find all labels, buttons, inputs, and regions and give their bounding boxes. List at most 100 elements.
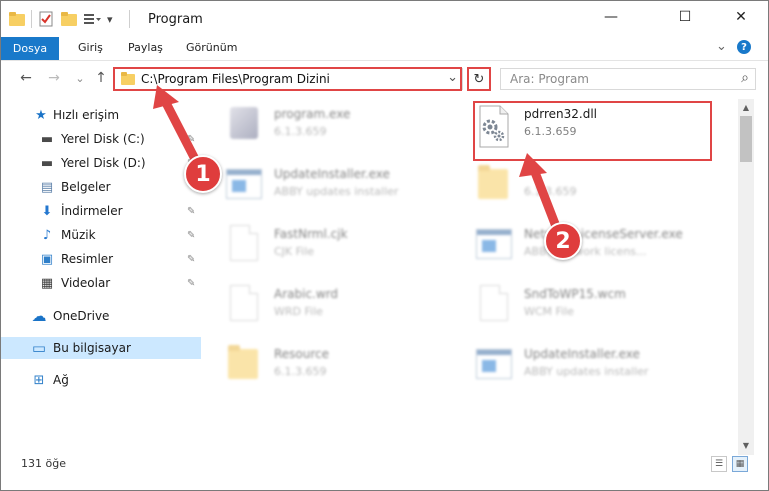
file-item-resource[interactable]: Resource 6.1.3.659 [206, 339, 446, 395]
file-name: Resource [274, 347, 330, 361]
address-bar[interactable]: C:\Program Files\Program Dizini ⌄ [114, 68, 463, 90]
help-icon[interactable]: ? [737, 40, 751, 54]
folder-item[interactable]: 6.1.3.659 [456, 159, 696, 215]
callout-1: 1 [184, 155, 222, 193]
address-path[interactable]: C:\Program Files\Program Dizini [141, 72, 330, 86]
sidebar-item-disk-c[interactable]: ▬ Yerel Disk (C:) ✎ [1, 128, 201, 150]
file-detail: 6.1.3.659 [524, 185, 577, 198]
customize-toolbar-icon[interactable]: ▾ [107, 11, 113, 27]
tab-giris[interactable]: Giriş [78, 41, 103, 54]
sidebar-item-downloads[interactable]: ⬇ İndirmeler ✎ [1, 200, 201, 222]
navigation-bar: ← → ⌄ ↑ C:\Program Files\Program Dizini … [1, 64, 768, 92]
forward-button[interactable]: → [45, 69, 63, 87]
sidebar-item-onedrive[interactable]: ☁ OneDrive [1, 305, 201, 327]
sidebar-item-label: Videolar [61, 276, 111, 290]
sidebar-item-network[interactable]: ⊞ Ağ [1, 369, 201, 391]
expand-ribbon-icon[interactable]: ⌄ [716, 39, 727, 54]
network-icon: ⊞ [33, 372, 45, 388]
file-item-pdrren32-dll[interactable]: pdrren32.dll 6.1.3.659 [456, 99, 696, 155]
document-icon [226, 225, 262, 267]
pin-icon: ✎ [187, 253, 196, 265]
file-item-updateinstaller-exe-2[interactable]: UpdateInstaller.exe ABBY updates install… [456, 339, 696, 395]
file-item-program-exe[interactable]: program.exe 6.1.3.659 [206, 99, 446, 155]
separator [129, 10, 130, 28]
sidebar-item-label: Ağ [53, 373, 69, 387]
tab-paylas[interactable]: Paylaş [128, 41, 163, 54]
minimize-button[interactable]: — [589, 1, 633, 33]
callout-2: 2 [544, 222, 582, 260]
file-detail: 6.1.3.659 [274, 125, 327, 138]
sidebar-item-documents[interactable]: ▤ Belgeler ✎ [1, 176, 201, 198]
new-folder-icon[interactable] [61, 11, 77, 27]
folder-icon [476, 165, 512, 207]
address-dropdown-icon[interactable]: ⌄ [447, 70, 458, 85]
sidebar-item-disk-d[interactable]: ▬ Yerel Disk (D:) ✎ [1, 152, 201, 174]
close-icon: ✕ [735, 9, 747, 25]
file-detail: CJK File [274, 245, 315, 258]
star-icon: ★ [35, 107, 47, 123]
scroll-down-icon[interactable]: ▼ [738, 437, 754, 453]
pictures-icon: ▣ [40, 251, 54, 267]
file-detail: ABBY updates installer [524, 365, 649, 378]
item-count: 131 öğe [21, 457, 66, 470]
app-window-icon [476, 225, 512, 267]
refresh-button[interactable]: ↻ [467, 68, 491, 90]
document-icon [226, 285, 262, 327]
status-bar: 131 öğe ☰ ▦ [1, 453, 768, 475]
sidebar-item-label: İndirmeler [61, 204, 123, 218]
sidebar-item-label: Yerel Disk (D:) [61, 156, 146, 170]
up-button[interactable]: ↑ [92, 69, 110, 87]
file-name: program.exe [274, 107, 351, 121]
properties-icon[interactable] [39, 11, 53, 27]
pin-icon: ✎ [187, 277, 196, 289]
explorer-window: ▾ Program — ☐ ✕ Dosya Giriş Paylaş Görün… [0, 0, 769, 491]
recent-locations-button[interactable]: ⌄ [71, 69, 89, 87]
file-detail: ABBY updates installer [274, 185, 399, 198]
sidebar-item-pictures[interactable]: ▣ Resimler ✎ [1, 248, 201, 270]
tab-dosya[interactable]: Dosya [1, 37, 59, 60]
sidebar-item-music[interactable]: ♪ Müzik ✎ [1, 224, 201, 246]
file-name: FastNrml.cjk [274, 227, 348, 241]
video-icon: ▦ [40, 275, 54, 291]
file-item-arabic-wrd[interactable]: Arabic.wrd WRD File [206, 279, 446, 335]
scroll-up-icon[interactable]: ▲ [738, 99, 754, 115]
sidebar-item-quick-access[interactable]: ★ Hızlı erişim [1, 104, 201, 126]
maximize-icon: ☐ [678, 9, 692, 25]
file-item-fastnrml-cjk[interactable]: FastNrml.cjk CJK File [206, 219, 446, 275]
file-name: pdrren32.dll [524, 107, 597, 121]
documents-icon: ▤ [40, 179, 54, 195]
search-box[interactable]: Ara: Program ⌕ [500, 68, 756, 90]
file-detail: WCM File [524, 305, 574, 318]
window-title: Program [148, 12, 203, 27]
file-item-sndtowp15-wcm[interactable]: SndToWP15.wcm WCM File [456, 279, 696, 335]
sidebar-item-this-pc[interactable]: ▭ Bu bilgisayar [1, 337, 201, 359]
scroll-thumb[interactable] [740, 116, 752, 162]
sidebar-item-label: Hızlı erişim [53, 108, 120, 122]
file-name: UpdateInstaller.exe [274, 167, 390, 181]
folder-icon [9, 11, 25, 27]
folder-icon [226, 345, 262, 387]
file-name: Arabic.wrd [274, 287, 339, 301]
navigation-pane: ★ Hızlı erişim ▬ Yerel Disk (C:) ✎ ▬ Yer… [1, 102, 201, 452]
sidebar-item-label: Resimler [61, 252, 114, 266]
pin-icon: ✎ [187, 133, 196, 145]
view-menu-icon[interactable] [83, 11, 101, 27]
file-detail: WRD File [274, 305, 323, 318]
download-icon: ⬇ [41, 203, 53, 219]
sidebar-item-label: OneDrive [53, 309, 110, 323]
details-view-icon: ☰ [714, 459, 724, 469]
sidebar-item-videos[interactable]: ▦ Videolar ✎ [1, 272, 201, 294]
search-input[interactable]: Ara: Program [510, 72, 589, 86]
maximize-button[interactable]: ☐ [663, 1, 707, 33]
tab-gorunum[interactable]: Görünüm [186, 41, 237, 54]
file-item-updateinstaller-exe[interactable]: UpdateInstaller.exe ABBY updates install… [206, 159, 446, 215]
exe-icon [226, 105, 262, 147]
computer-icon: ▭ [31, 339, 47, 357]
sidebar-item-label: Belgeler [61, 180, 111, 194]
cloud-icon: ☁ [31, 307, 47, 325]
details-view-button[interactable]: ☰ [711, 456, 727, 472]
close-button[interactable]: ✕ [719, 1, 763, 33]
back-button[interactable]: ← [17, 69, 35, 87]
large-icons-view-button[interactable]: ▦ [732, 456, 748, 472]
vertical-scrollbar[interactable]: ▲ ▼ [738, 99, 754, 455]
